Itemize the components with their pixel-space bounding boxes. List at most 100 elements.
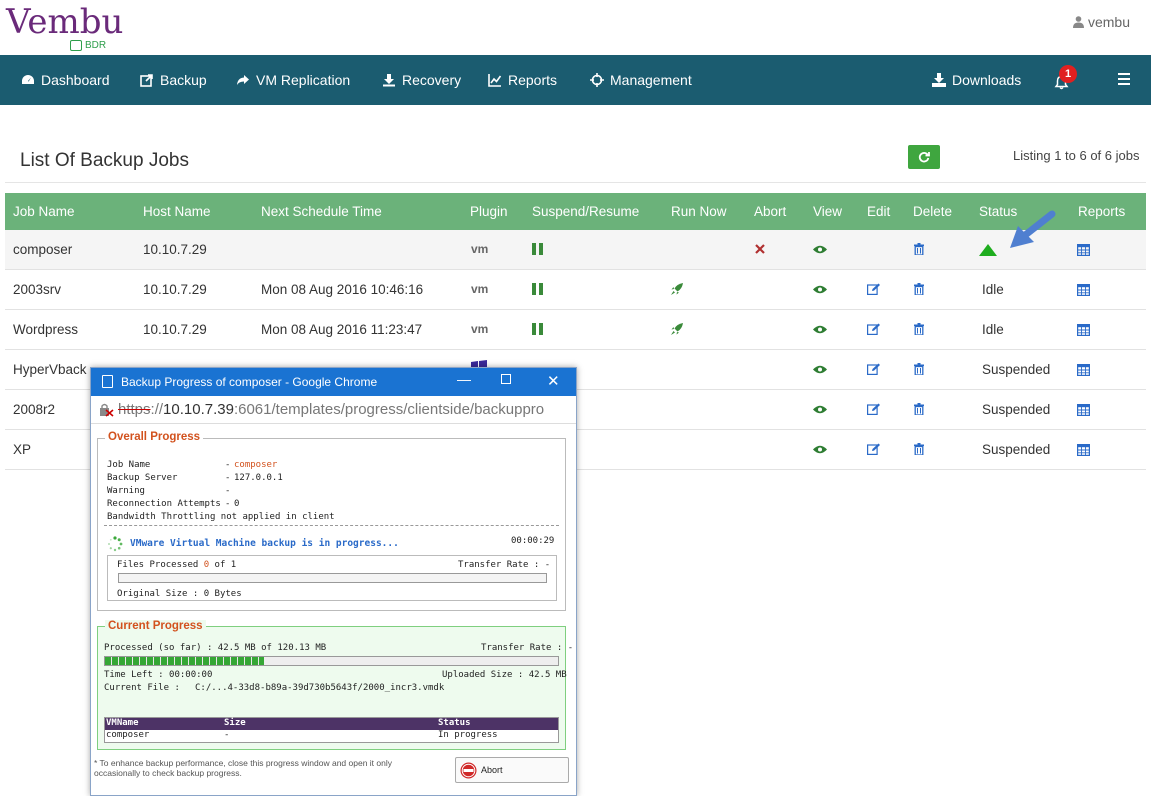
edit-icon[interactable] bbox=[867, 283, 881, 295]
trash-icon[interactable] bbox=[914, 323, 924, 335]
time-left: Time Left : 00:00:00 bbox=[104, 670, 213, 680]
plugin-vm: vm bbox=[471, 242, 489, 256]
menu-icon-bar bbox=[1118, 83, 1130, 85]
calendar-icon[interactable] bbox=[1077, 403, 1090, 416]
col-job-name[interactable]: Job Name bbox=[13, 204, 75, 219]
annotation-arrow-icon bbox=[1008, 210, 1056, 257]
download-icon bbox=[383, 74, 395, 87]
pause-icon[interactable] bbox=[532, 243, 543, 255]
col-host-name[interactable]: Host Name bbox=[143, 204, 211, 219]
nav-reports[interactable]: Reports bbox=[488, 72, 557, 88]
col-run-now[interactable]: Run Now bbox=[671, 204, 727, 219]
elapsed-time: 00:00:29 bbox=[511, 536, 555, 546]
calendar-icon[interactable] bbox=[1077, 243, 1090, 256]
trash-icon[interactable] bbox=[914, 443, 924, 455]
edit-icon[interactable] bbox=[867, 403, 881, 415]
edit-icon[interactable] bbox=[867, 363, 881, 375]
user-menu[interactable]: vembu bbox=[1072, 14, 1130, 30]
close-button[interactable]: ✕ bbox=[547, 372, 560, 390]
col-plugin[interactable]: Plugin bbox=[470, 204, 508, 219]
eye-icon[interactable] bbox=[813, 245, 827, 254]
table-row: composer - In progress bbox=[105, 730, 558, 742]
col-abort[interactable]: Abort bbox=[754, 204, 786, 219]
address-bar[interactable]: https://10.10.7.39:6061/templates/progre… bbox=[91, 396, 576, 424]
menu-button[interactable] bbox=[1118, 73, 1130, 88]
edit-icon[interactable] bbox=[867, 443, 881, 455]
user-icon bbox=[1072, 16, 1084, 28]
col-delete[interactable]: Delete bbox=[913, 204, 952, 219]
nav-backup-label: Backup bbox=[160, 72, 207, 88]
eye-icon[interactable] bbox=[813, 445, 827, 454]
current-progress-panel: Current Progress Processed (so far) : 42… bbox=[97, 620, 573, 750]
field-dash: - bbox=[225, 460, 231, 470]
nav-recovery[interactable]: Recovery bbox=[382, 72, 461, 88]
menu-icon-bar bbox=[1118, 73, 1130, 75]
col-edit[interactable]: Edit bbox=[867, 204, 890, 219]
share-icon bbox=[237, 75, 249, 85]
pause-icon[interactable] bbox=[532, 283, 543, 295]
trash-icon[interactable] bbox=[914, 243, 924, 255]
files-of: of 1 bbox=[214, 560, 237, 570]
backup-icon bbox=[140, 74, 153, 87]
progress-message: VMware Virtual Machine backup is in prog… bbox=[130, 538, 399, 549]
abort-icon[interactable] bbox=[755, 244, 765, 254]
calendar-icon[interactable] bbox=[1077, 283, 1090, 296]
col-suspend-resume[interactable]: Suspend/Resume bbox=[532, 204, 639, 219]
nav-downloads[interactable]: Downloads bbox=[932, 72, 1021, 88]
eye-icon[interactable] bbox=[813, 405, 827, 414]
eye-icon[interactable] bbox=[813, 325, 827, 334]
nav-recovery-label: Recovery bbox=[402, 72, 462, 88]
trash-icon[interactable] bbox=[914, 363, 924, 375]
col-next-schedule[interactable]: Next Schedule Time bbox=[261, 204, 382, 219]
crosshair-icon bbox=[590, 73, 604, 87]
field-dash: - bbox=[225, 499, 231, 509]
nav-dashboard[interactable]: Dashboard bbox=[21, 72, 110, 88]
nav-vm-replication[interactable]: VM Replication bbox=[236, 72, 350, 88]
job-name: HyperVback bbox=[13, 362, 87, 377]
refresh-icon bbox=[918, 152, 930, 163]
url-separator: :// bbox=[150, 401, 164, 418]
nav-vm-replication-label: VM Replication bbox=[256, 72, 351, 88]
field-label: Job Name bbox=[107, 460, 151, 470]
rocket-icon[interactable] bbox=[671, 323, 683, 335]
job-name: 2003srv bbox=[13, 282, 62, 297]
current-progress-bar bbox=[104, 656, 559, 666]
pause-icon[interactable] bbox=[532, 323, 543, 335]
maximize-button[interactable] bbox=[501, 374, 511, 384]
insecure-lock-icon bbox=[99, 403, 115, 422]
trash-icon[interactable] bbox=[914, 403, 924, 415]
table-row: Wordpress 10.10.7.29 Mon 08 Aug 2016 11:… bbox=[5, 310, 1146, 350]
vembu-logo[interactable]: Vembu BDR bbox=[6, 2, 123, 51]
trash-icon[interactable] bbox=[914, 283, 924, 295]
col-reports[interactable]: Reports bbox=[1078, 204, 1125, 219]
edit-icon[interactable] bbox=[867, 323, 881, 335]
plugin-vm: vm bbox=[471, 282, 489, 296]
minimize-button[interactable]: — bbox=[457, 371, 471, 387]
current-file-path: C:/...4-33d8-b89a-39d730b5643f/2000_incr… bbox=[195, 683, 445, 693]
col-view[interactable]: View bbox=[813, 204, 842, 219]
notification-badge: 1 bbox=[1059, 65, 1077, 83]
nav-management[interactable]: Management bbox=[590, 72, 692, 88]
field-dash: - bbox=[225, 486, 231, 496]
calendar-icon[interactable] bbox=[1077, 443, 1090, 456]
overall-progress-legend: Overall Progress bbox=[105, 431, 204, 443]
vm-col-size: Size bbox=[224, 718, 246, 728]
abort-button[interactable]: Abort bbox=[455, 757, 569, 783]
url-path: :6061/templates/progress/clientside/back… bbox=[233, 401, 545, 418]
processed-so-far: Processed (so far) : 42.5 MB of 120.13 M… bbox=[104, 643, 327, 653]
window-titlebar[interactable]: Backup Progress of composer - Google Chr… bbox=[91, 368, 576, 396]
original-size: Original Size : 0 Bytes bbox=[117, 589, 242, 599]
refresh-button[interactable] bbox=[908, 145, 940, 169]
eye-icon[interactable] bbox=[813, 285, 827, 294]
user-name: vembu bbox=[1087, 14, 1130, 30]
calendar-icon[interactable] bbox=[1077, 363, 1090, 376]
field-label: Backup Server bbox=[107, 473, 178, 483]
eye-icon[interactable] bbox=[813, 365, 827, 374]
rocket-icon[interactable] bbox=[671, 283, 683, 295]
files-done: 0 bbox=[203, 560, 210, 570]
calendar-icon[interactable] bbox=[1077, 323, 1090, 336]
url-text: https://10.10.7.39:6061/templates/progre… bbox=[118, 401, 544, 418]
vm-size: - bbox=[224, 730, 230, 740]
url-host: 10.10.7.39 bbox=[163, 401, 234, 418]
nav-backup[interactable]: Backup bbox=[140, 72, 207, 88]
